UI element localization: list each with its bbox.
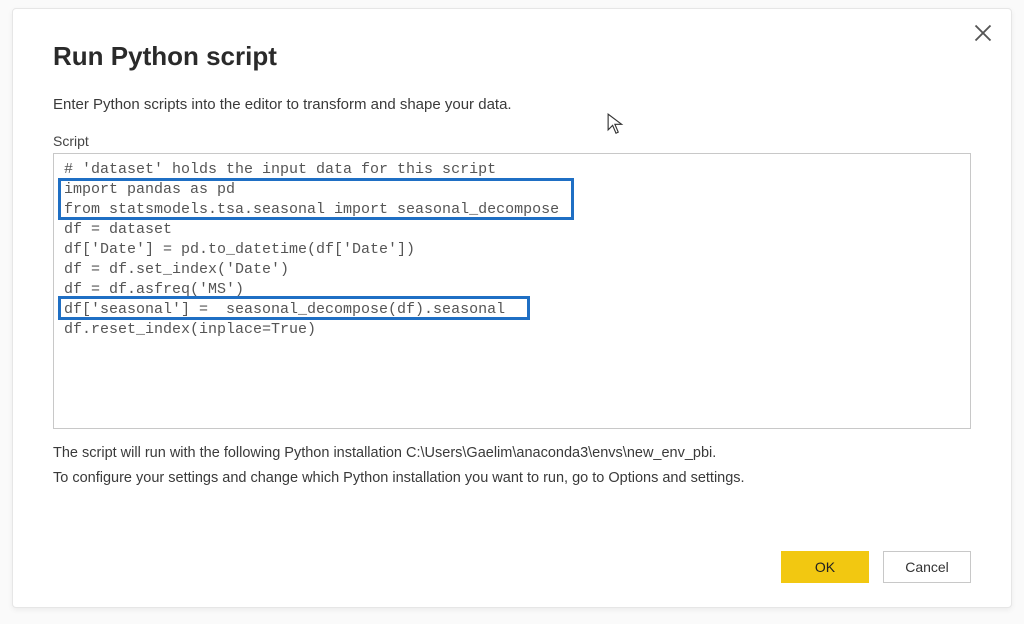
script-field-label: Script bbox=[53, 133, 971, 149]
cursor-icon bbox=[607, 113, 625, 135]
script-line: df = df.asfreq('MS') bbox=[64, 280, 960, 300]
script-line: df['Date'] = pd.to_datetime(df['Date']) bbox=[64, 240, 960, 260]
close-icon[interactable] bbox=[973, 23, 993, 43]
script-line: df['seasonal'] = seasonal_decompose(df).… bbox=[64, 300, 960, 320]
script-line: df = df.set_index('Date') bbox=[64, 260, 960, 280]
script-line: from statsmodels.tsa.seasonal import sea… bbox=[64, 200, 960, 220]
script-line: import pandas as pd bbox=[64, 180, 960, 200]
info-line: The script will run with the following P… bbox=[53, 441, 971, 466]
script-input[interactable]: # 'dataset' holds the input data for thi… bbox=[53, 153, 971, 429]
script-line: # 'dataset' holds the input data for thi… bbox=[64, 160, 960, 180]
run-python-script-dialog: Run Python script Enter Python scripts i… bbox=[12, 8, 1012, 608]
script-line: df.reset_index(inplace=True) bbox=[64, 320, 960, 340]
installation-info: The script will run with the following P… bbox=[53, 441, 971, 490]
ok-button[interactable]: OK bbox=[781, 551, 869, 583]
dialog-subtitle: Enter Python scripts into the editor to … bbox=[53, 96, 971, 113]
dialog-title: Run Python script bbox=[53, 41, 971, 72]
cancel-button[interactable]: Cancel bbox=[883, 551, 971, 583]
dialog-button-row: OK Cancel bbox=[781, 551, 971, 583]
script-line: df = dataset bbox=[64, 220, 960, 240]
info-line: To configure your settings and change wh… bbox=[53, 466, 971, 491]
